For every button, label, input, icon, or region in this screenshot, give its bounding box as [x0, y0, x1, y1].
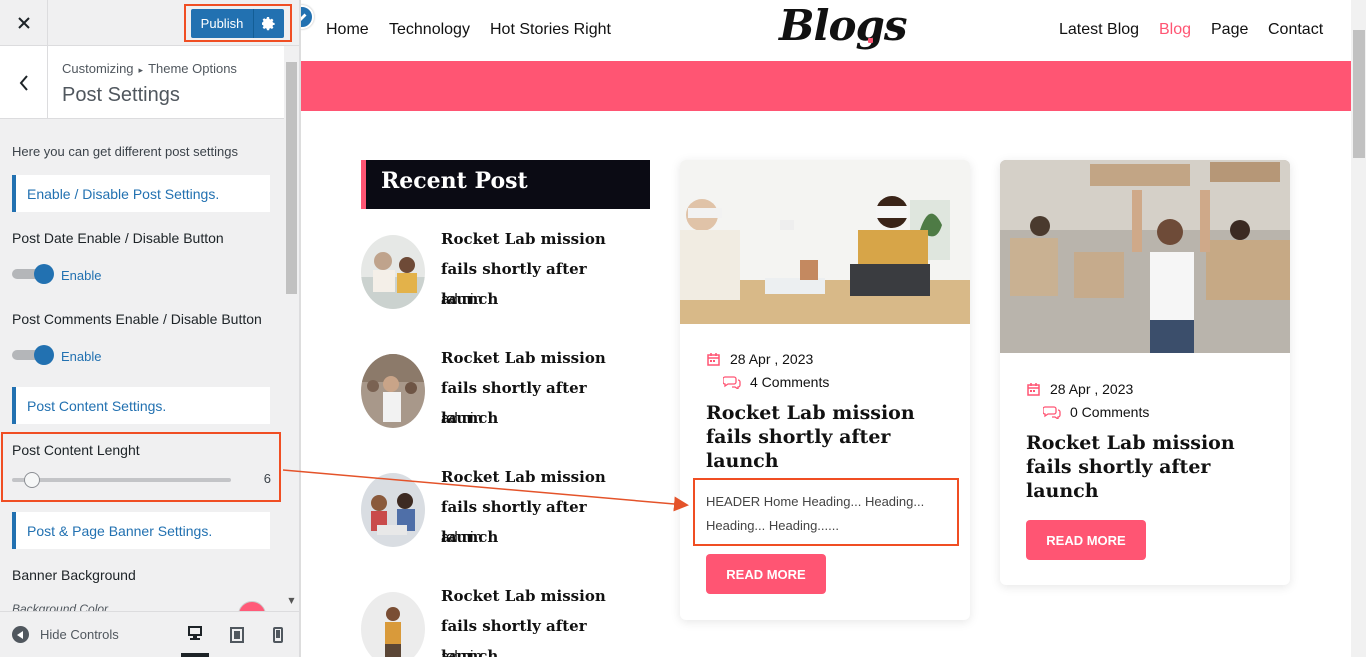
- calendar-icon: [1027, 382, 1040, 396]
- customizer-panel: Publish Customizing ▸ Theme Options Post S…: [0, 0, 300, 657]
- post-card-image[interactable]: [680, 160, 970, 324]
- site-logo[interactable]: Blogs: [779, 1, 907, 50]
- post-card: 28 Apr , 2023 0 Comments Rocket Lab miss…: [1000, 160, 1290, 585]
- post-date-toggle-label: Enable: [61, 268, 102, 283]
- recent-post-author[interactable]: admin: [441, 529, 482, 546]
- breadcrumb-section: Theme Options: [148, 61, 237, 76]
- post-comments[interactable]: 4 Comments: [723, 374, 829, 390]
- list-item[interactable]: Rocket Lab mission fails shortly after l…: [361, 209, 650, 328]
- calendar-icon: [707, 352, 720, 366]
- read-more-button[interactable]: READ MORE: [706, 554, 826, 594]
- site-preview: Home Technology Hot Stories Right Blogs …: [300, 0, 1366, 657]
- group-post-page-banner-settings: Post & Page Banner Settings.: [12, 512, 270, 549]
- customizer-footer: Hide Controls: [0, 611, 299, 657]
- nav-latest-blog[interactable]: Latest Blog: [1059, 21, 1139, 39]
- scroll-down-arrow-icon[interactable]: ▼: [285, 596, 298, 608]
- desktop-icon: [188, 626, 202, 640]
- post-comments-text: 4 Comments: [750, 374, 830, 390]
- customizer-header: Publish: [0, 0, 299, 46]
- section-description: Here you can get different post settings: [12, 144, 238, 159]
- group-enable-disable-post-settings: Enable / Disable Post Settings.: [12, 175, 270, 212]
- read-more-button[interactable]: READ MORE: [1026, 520, 1146, 560]
- close-icon: [17, 17, 30, 29]
- recent-post-title: Recent Post: [381, 168, 528, 194]
- recent-post-list: Rocket Lab mission fails shortly after l…: [361, 209, 650, 657]
- hide-controls-label: Hide Controls: [40, 627, 119, 642]
- list-item[interactable]: Rocket Lab mission fails shortly after l…: [361, 566, 650, 657]
- banner-background-label: Banner Background: [12, 567, 136, 583]
- list-item[interactable]: Rocket Lab mission fails shortly after l…: [361, 328, 650, 447]
- back-button[interactable]: [0, 46, 48, 119]
- post-date-text: 28 Apr , 2023: [730, 351, 814, 367]
- nav-contact[interactable]: Contact: [1268, 21, 1323, 39]
- recent-post-thumbnail[interactable]: [361, 354, 425, 428]
- nav-page[interactable]: Page: [1211, 21, 1248, 39]
- publish-button[interactable]: Publish: [191, 9, 284, 38]
- recent-post-thumbnail[interactable]: [361, 473, 425, 547]
- nav-hot-stories-right[interactable]: Hot Stories Right: [490, 21, 611, 39]
- post-title[interactable]: Rocket Lab mission fails shortly after l…: [1026, 431, 1266, 503]
- comments-icon: [1043, 405, 1061, 419]
- post-date-label: Post Date Enable / Disable Button: [12, 230, 224, 246]
- post-date: 28 Apr , 2023: [707, 351, 813, 367]
- list-item[interactable]: Rocket Lab mission fails shortly after l…: [361, 447, 650, 566]
- preview-tablet-button[interactable]: [223, 612, 251, 657]
- section-header: Customizing ▸ Theme Options Post Settings: [0, 46, 284, 119]
- group-post-content-settings: Post Content Settings.: [12, 387, 270, 424]
- post-comments[interactable]: 0 Comments: [1043, 404, 1149, 420]
- hide-controls-button[interactable]: Hide Controls: [12, 626, 119, 643]
- post-comments-text: 0 Comments: [1070, 404, 1150, 420]
- post-comments-label: Post Comments Enable / Disable Button: [12, 311, 262, 327]
- content-length-value: 6: [263, 471, 271, 486]
- post-card-image[interactable]: [1000, 160, 1290, 353]
- breadcrumb-root: Customizing: [62, 61, 134, 76]
- pencil-icon: [301, 13, 306, 20]
- edit-shortcut-button[interactable]: [301, 5, 314, 29]
- recent-post-link[interactable]: Rocket Lab mission fails shortly after l…: [441, 581, 646, 657]
- nav-home[interactable]: Home: [326, 21, 369, 39]
- preview-mobile-button[interactable]: [264, 612, 292, 657]
- breadcrumb-arrow-icon: ▸: [138, 65, 144, 75]
- toggle-knob: [34, 264, 54, 284]
- preview-scrollbar-thumb[interactable]: [1353, 30, 1365, 158]
- preview-desktop-button[interactable]: [181, 612, 209, 657]
- post-card: 28 Apr , 2023 4 Comments Rocket Lab miss…: [680, 160, 970, 620]
- chevron-left-icon: [19, 74, 28, 91]
- recent-post-thumbnail[interactable]: [361, 592, 425, 657]
- publish-label: Publish: [200, 16, 244, 31]
- post-title[interactable]: Rocket Lab mission fails shortly after l…: [706, 401, 946, 473]
- logo-dot: [868, 38, 873, 43]
- recent-post-author[interactable]: admin: [441, 410, 482, 427]
- post-date-text: 28 Apr , 2023: [1050, 381, 1134, 397]
- content-length-slider-handle[interactable]: [24, 472, 40, 488]
- publish-settings-button[interactable]: [254, 16, 284, 31]
- content-length-slider[interactable]: [12, 478, 231, 482]
- post-comments-toggle[interactable]: [12, 345, 56, 365]
- mobile-icon: [273, 626, 283, 643]
- comments-icon: [723, 375, 741, 389]
- recent-post-thumbnail[interactable]: [361, 235, 425, 309]
- breadcrumb: Customizing ▸ Theme Options: [62, 61, 237, 76]
- post-date-toggle[interactable]: [12, 264, 56, 284]
- gear-icon: [262, 16, 275, 30]
- page-banner: [301, 61, 1366, 111]
- toggle-knob: [34, 345, 54, 365]
- close-customizer-button[interactable]: [0, 0, 48, 46]
- panel-scrollbar-thumb[interactable]: [286, 62, 297, 294]
- recent-post-author[interactable]: admin: [441, 291, 482, 308]
- content-length-label: Post Content Lenght: [12, 442, 140, 458]
- section-title: Post Settings: [62, 84, 180, 106]
- collapse-icon: [12, 626, 29, 643]
- post-comments-toggle-label: Enable: [61, 349, 102, 364]
- post-date: 28 Apr , 2023: [1027, 381, 1133, 397]
- nav-blog[interactable]: Blog: [1159, 21, 1191, 39]
- site-header: Home Technology Hot Stories Right Blogs …: [301, 0, 1366, 61]
- recent-post-author[interactable]: admin: [441, 648, 482, 657]
- tablet-icon: [230, 626, 244, 643]
- nav-technology[interactable]: Technology: [389, 21, 470, 39]
- excerpt-highlight-box: [693, 478, 959, 546]
